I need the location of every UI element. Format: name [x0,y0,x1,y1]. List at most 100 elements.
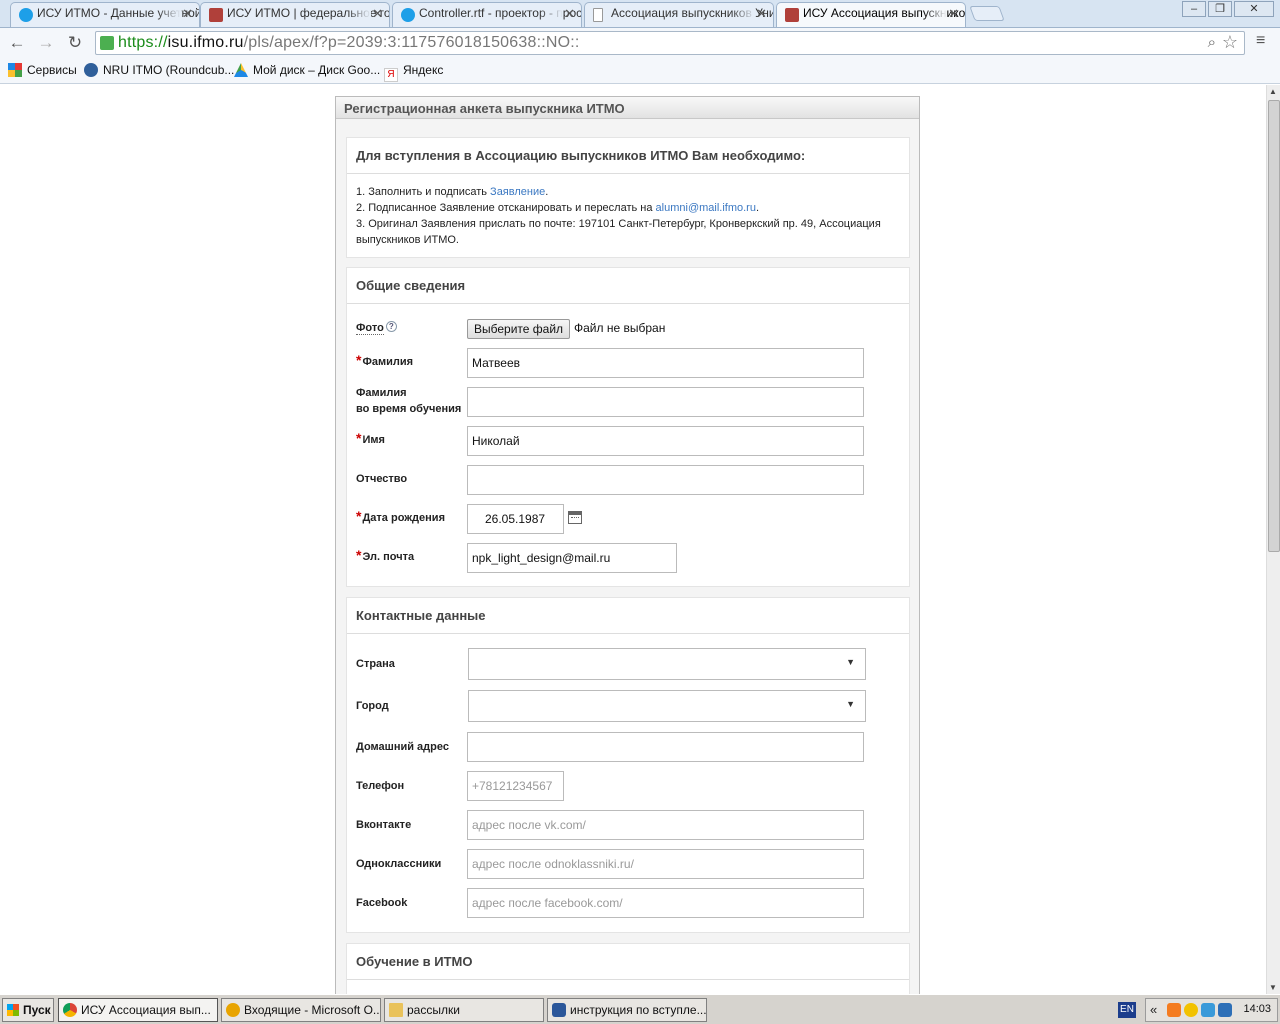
country-label: Страна [356,658,395,670]
required-marker: * [356,430,362,446]
word-document-icon [552,1003,566,1017]
forward-arrow-icon[interactable]: → [35,32,57,54]
phone-label: Телефон [356,780,405,792]
close-tab-icon[interactable]: ✕ [182,6,193,22]
new-tab-button[interactable] [969,6,1005,21]
odnoklassniki-input[interactable]: адрес после odnoklassniki.ru/ [467,849,864,879]
page-scrollbar[interactable]: ▲ ▼ [1266,85,1280,994]
folder-icon [389,1003,403,1017]
photo-label: Фото? [356,320,397,336]
close-window-icon[interactable]: ✕ [1234,1,1274,17]
roundcube-icon [84,63,98,77]
registration-form-region: Регистрационная анкета выпускника ИТМО Д… [335,96,920,994]
browser-tab-3[interactable]: Controller.rtf - проектор - просмотр ✕ [392,2,582,27]
birthdate-label: *Дата рождения [356,508,445,524]
lastname-label: *Фамилия [356,352,414,368]
taskbar-item-folder[interactable]: рассылки [384,998,544,1022]
application-link[interactable]: Заявление [490,186,545,198]
help-icon[interactable]: ? [385,321,397,332]
taskbar-item-word[interactable]: инструкция по вступле... [547,998,707,1022]
calendar-icon[interactable] [568,511,582,524]
close-tab-icon[interactable]: ✕ [948,6,959,22]
intro-text: 1. Заполнить и подписать Заявление. 2. П… [356,186,881,246]
language-indicator[interactable]: EN [1118,1002,1136,1018]
bookmark-roundcube[interactable]: NRU ITMO (Roundcub... [84,63,234,77]
scroll-down-icon[interactable]: ▼ [1269,983,1277,992]
scroll-up-icon[interactable]: ▲ [1269,87,1277,96]
browser-tab-1[interactable]: ИСУ ИТМО - Данные учетной записи ✕ [10,2,200,27]
contacts-section: Контактные данные Страна ▼ Город ▼ Домаш… [346,597,910,933]
itmo-favicon-icon [785,8,799,22]
reload-icon[interactable]: ↻ [64,32,86,54]
taskbar-item-chrome[interactable]: ИСУ Ассоциация вып... [58,998,218,1022]
birthdate-input[interactable]: 26.05.1987 [467,504,564,534]
city-select[interactable]: ▼ [468,690,866,722]
tray-app-icon[interactable] [1167,1003,1181,1017]
browser-toolbar: ← → ↻ https://isu.ifmo.ru/pls/apex/f?p=2… [0,28,1280,58]
file-status: Файл не выбран [574,321,666,335]
education-title: Обучение в ИТМО [347,944,909,980]
facebook-input[interactable]: адрес после facebook.com/ [467,888,864,918]
region-title: Регистрационная анкета выпускника ИТМО [336,97,919,119]
tray-outlook-icon[interactable] [1184,1003,1198,1017]
lock-icon [100,36,114,50]
browser-tab-2[interactable]: ИСУ ИТМО | федеральное государственное ✕ [200,2,390,27]
close-tab-icon[interactable]: ✕ [564,6,575,22]
back-arrow-icon[interactable]: ← [6,32,28,54]
tray-expand-icon[interactable]: « [1150,1002,1157,1017]
restore-icon[interactable]: ❐ [1208,1,1232,17]
itmo-favicon-icon [209,8,223,22]
tray-security-icon[interactable] [1218,1003,1232,1017]
vk-input[interactable]: адрес после vk.com/ [467,810,864,840]
email-input[interactable]: npk_light_design@mail.ru [467,543,677,573]
dropdown-arrow-icon: ▼ [846,699,855,709]
google-drive-icon [234,63,248,77]
contacts-title: Контактные данные [347,598,909,634]
bookmark-star-icon[interactable]: ☆ [1222,32,1238,53]
dropdown-arrow-icon: ▼ [846,657,855,667]
scrollbar-thumb[interactable] [1268,100,1280,552]
firstname-label: *Имя [356,430,385,446]
general-info-title: Общие сведения [347,268,909,304]
browser-tab-4[interactable]: Ассоциация выпускников Университета ИТМО… [584,2,774,27]
apps-grid-icon [8,63,22,77]
patronymic-label: Отчество [356,473,408,485]
chrome-icon [63,1003,77,1017]
firstname-input[interactable]: Николай [467,426,864,456]
url-text: https://isu.ifmo.ru/pls/apex/f?p=2039:3:… [118,34,580,51]
tray-network-icon[interactable] [1201,1003,1215,1017]
at-sign-icon [19,8,33,22]
bookmark-google-drive[interactable]: Мой диск – Диск Goo... [234,63,380,77]
search-icon[interactable]: ⌕ [1208,34,1216,51]
address-input[interactable] [467,732,864,762]
windows-logo-icon [7,1004,19,1016]
odnoklassniki-label: Одноклассники [356,858,442,870]
patronymic-input[interactable] [467,465,864,495]
taskbar-item-outlook[interactable]: Входящие - Microsoft O... [221,998,381,1022]
close-tab-icon[interactable]: ✕ [756,6,767,22]
page-content: Регистрационная анкета выпускника ИТМО Д… [0,85,1266,994]
country-select[interactable]: ▼ [468,648,866,680]
at-sign-icon [401,8,415,22]
lastname-study-input[interactable] [467,387,864,417]
bookmark-yandex[interactable]: Я Яндекс [384,63,443,82]
general-info-section: Общие сведения Фото? Выберите файл Файл … [346,267,910,587]
minimize-icon[interactable]: – [1182,1,1206,17]
bookmark-services[interactable]: Сервисы [8,63,77,77]
lastname-input[interactable]: Матвеев [467,348,864,378]
taskbar: Пуск ИСУ Ассоциация вып... Входящие - Mi… [0,994,1280,1024]
close-tab-icon[interactable]: ✕ [372,6,383,22]
required-marker: * [356,508,362,524]
browser-tab-5-active[interactable]: ИСУ Ассоциация выпускников ✕ [776,2,966,27]
alumni-email-link[interactable]: alumni@mail.ifmo.ru [656,202,756,214]
outlook-icon [226,1003,240,1017]
clock: 14:03 [1243,1003,1271,1015]
address-bar[interactable]: https://isu.ifmo.ru/pls/apex/f?p=2039:3:… [95,31,1245,55]
yandex-icon: Я [384,68,398,82]
choose-file-button[interactable]: Выберите файл [467,319,571,339]
required-marker: * [356,547,362,563]
browser-menu-icon[interactable]: ≡ [1256,32,1265,50]
start-button[interactable]: Пуск [2,998,54,1022]
phone-input[interactable]: +78121234567 [467,771,564,801]
lastname-study-label: Фамилия во время обучения [356,387,462,415]
